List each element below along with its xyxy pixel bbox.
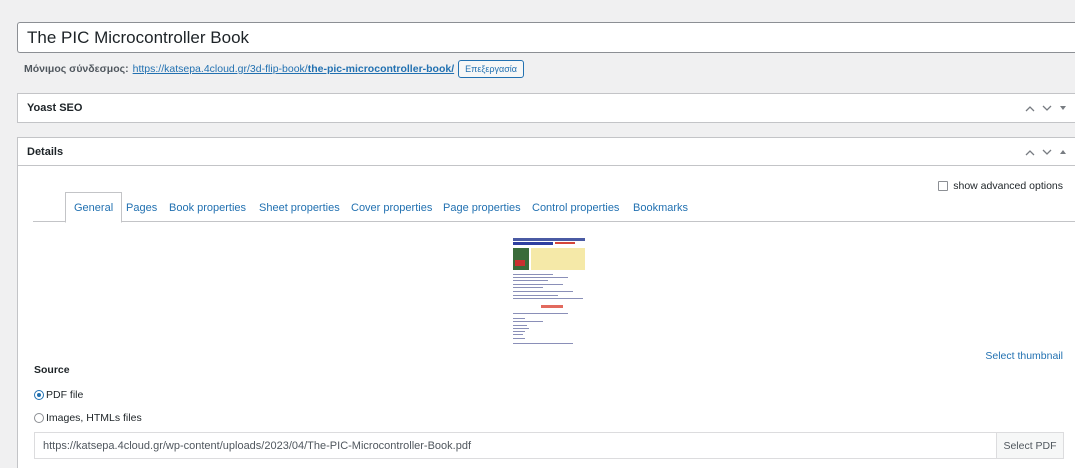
postbox-header[interactable]: Details — [18, 138, 1075, 166]
thumbnail-graphic — [513, 295, 558, 296]
thumbnail-graphic — [513, 325, 527, 326]
tab-label: Page properties — [443, 201, 521, 214]
source-option-images[interactable]: Images, HTMLs files — [34, 412, 142, 424]
thumbnail-graphic — [513, 238, 585, 241]
advanced-options-toggle[interactable]: show advanced options — [938, 180, 1063, 192]
source-heading: Source — [34, 364, 70, 376]
triangle-up-icon[interactable] — [1059, 149, 1067, 155]
postbox-title: Yoast SEO — [27, 102, 83, 114]
permalink-base: https://katsepa.4cloud.gr/3d-flip-book/ — [132, 63, 308, 75]
chevron-down-icon[interactable] — [1042, 105, 1052, 112]
thumbnail-graphic — [513, 277, 568, 278]
radio-label: Images, HTMLs files — [46, 412, 142, 424]
thumbnail-graphic — [513, 242, 553, 245]
edit-permalink-button[interactable]: Επεξεργασία — [458, 60, 525, 78]
advanced-options-checkbox[interactable] — [938, 181, 949, 191]
post-title-input[interactable] — [18, 23, 1075, 52]
advanced-options-label: show advanced options — [953, 180, 1063, 192]
thumbnail-graphic — [531, 248, 585, 270]
source-option-pdf[interactable]: PDF file — [34, 389, 83, 401]
postbox-title: Details — [27, 145, 64, 158]
thumbnail-graphic — [515, 260, 525, 266]
chevron-up-icon[interactable] — [1025, 149, 1035, 156]
settings-tabs: General Pages Book properties Sheet prop… — [33, 192, 1075, 223]
thumbnail-graphic — [513, 321, 543, 322]
thumbnail-graphic — [513, 248, 529, 270]
postbox-actions — [1025, 94, 1067, 122]
tab-label: Sheet properties — [259, 201, 340, 214]
radio-images-htmls[interactable] — [34, 413, 44, 423]
title-field-wrapper — [17, 22, 1075, 53]
postbox-header[interactable]: Yoast SEO — [18, 94, 1075, 122]
thumbnail-graphic — [513, 334, 523, 335]
thumbnail-graphic — [513, 298, 583, 299]
postbox-actions — [1025, 138, 1067, 166]
thumbnail-graphic — [513, 331, 525, 332]
select-pdf-button[interactable]: Select PDF — [996, 432, 1064, 459]
permalink-label: Μόνιμος σύνδεσμος: — [24, 63, 129, 75]
thumbnail-graphic — [513, 284, 563, 285]
tab-page-properties[interactable]: Page properties — [443, 192, 521, 223]
thumbnail-graphic — [541, 305, 563, 308]
select-thumbnail-link[interactable]: Select thumbnail — [985, 350, 1063, 362]
book-thumbnail[interactable] — [511, 234, 588, 347]
tab-bookmarks[interactable]: Bookmarks — [633, 192, 688, 223]
tab-pages[interactable]: Pages — [126, 192, 157, 223]
tab-control-properties[interactable]: Control properties — [532, 192, 619, 223]
yoast-seo-postbox: Yoast SEO — [17, 93, 1075, 123]
tab-label: Control properties — [532, 201, 620, 214]
thumbnail-graphic — [513, 338, 525, 339]
pdf-url-input[interactable] — [34, 432, 996, 459]
tab-label: Cover properties — [351, 201, 433, 214]
chevron-down-icon[interactable] — [1042, 149, 1052, 156]
permalink-link[interactable]: https://katsepa.4cloud.gr/3d-flip-book/t… — [133, 63, 455, 75]
thumbnail-graphic — [513, 343, 573, 344]
tab-label: Book properties — [169, 201, 247, 214]
tab-sheet-properties[interactable]: Sheet properties — [259, 192, 340, 223]
thumbnail-graphic — [513, 291, 573, 292]
thumbnail-graphic — [513, 274, 553, 275]
radio-label: PDF file — [46, 389, 84, 401]
tab-label: Pages — [126, 201, 158, 214]
triangle-down-icon[interactable] — [1059, 105, 1067, 111]
pdf-url-row: Select PDF — [34, 432, 1064, 459]
tab-book-properties[interactable]: Book properties — [169, 192, 246, 223]
permalink-row: Μόνιμος σύνδεσμος: https://katsepa.4clou… — [24, 60, 525, 78]
thumbnail-graphic — [513, 328, 529, 329]
tab-cover-properties[interactable]: Cover properties — [351, 192, 432, 223]
thumbnail-graphic — [513, 313, 568, 314]
radio-pdf-file[interactable] — [34, 390, 44, 400]
tab-label: Bookmarks — [633, 201, 689, 214]
chevron-up-icon[interactable] — [1025, 105, 1035, 112]
permalink-slug: the-pic-microcontroller-book/ — [307, 63, 455, 75]
tab-general[interactable]: General — [65, 192, 123, 223]
thumbnail-graphic — [513, 318, 525, 319]
thumbnail-graphic — [513, 280, 548, 281]
details-postbox: Details show advanced options General Pa… — [17, 137, 1075, 468]
thumbnail-graphic — [555, 242, 575, 244]
tab-label: General — [74, 201, 114, 214]
thumbnail-graphic — [513, 287, 543, 288]
